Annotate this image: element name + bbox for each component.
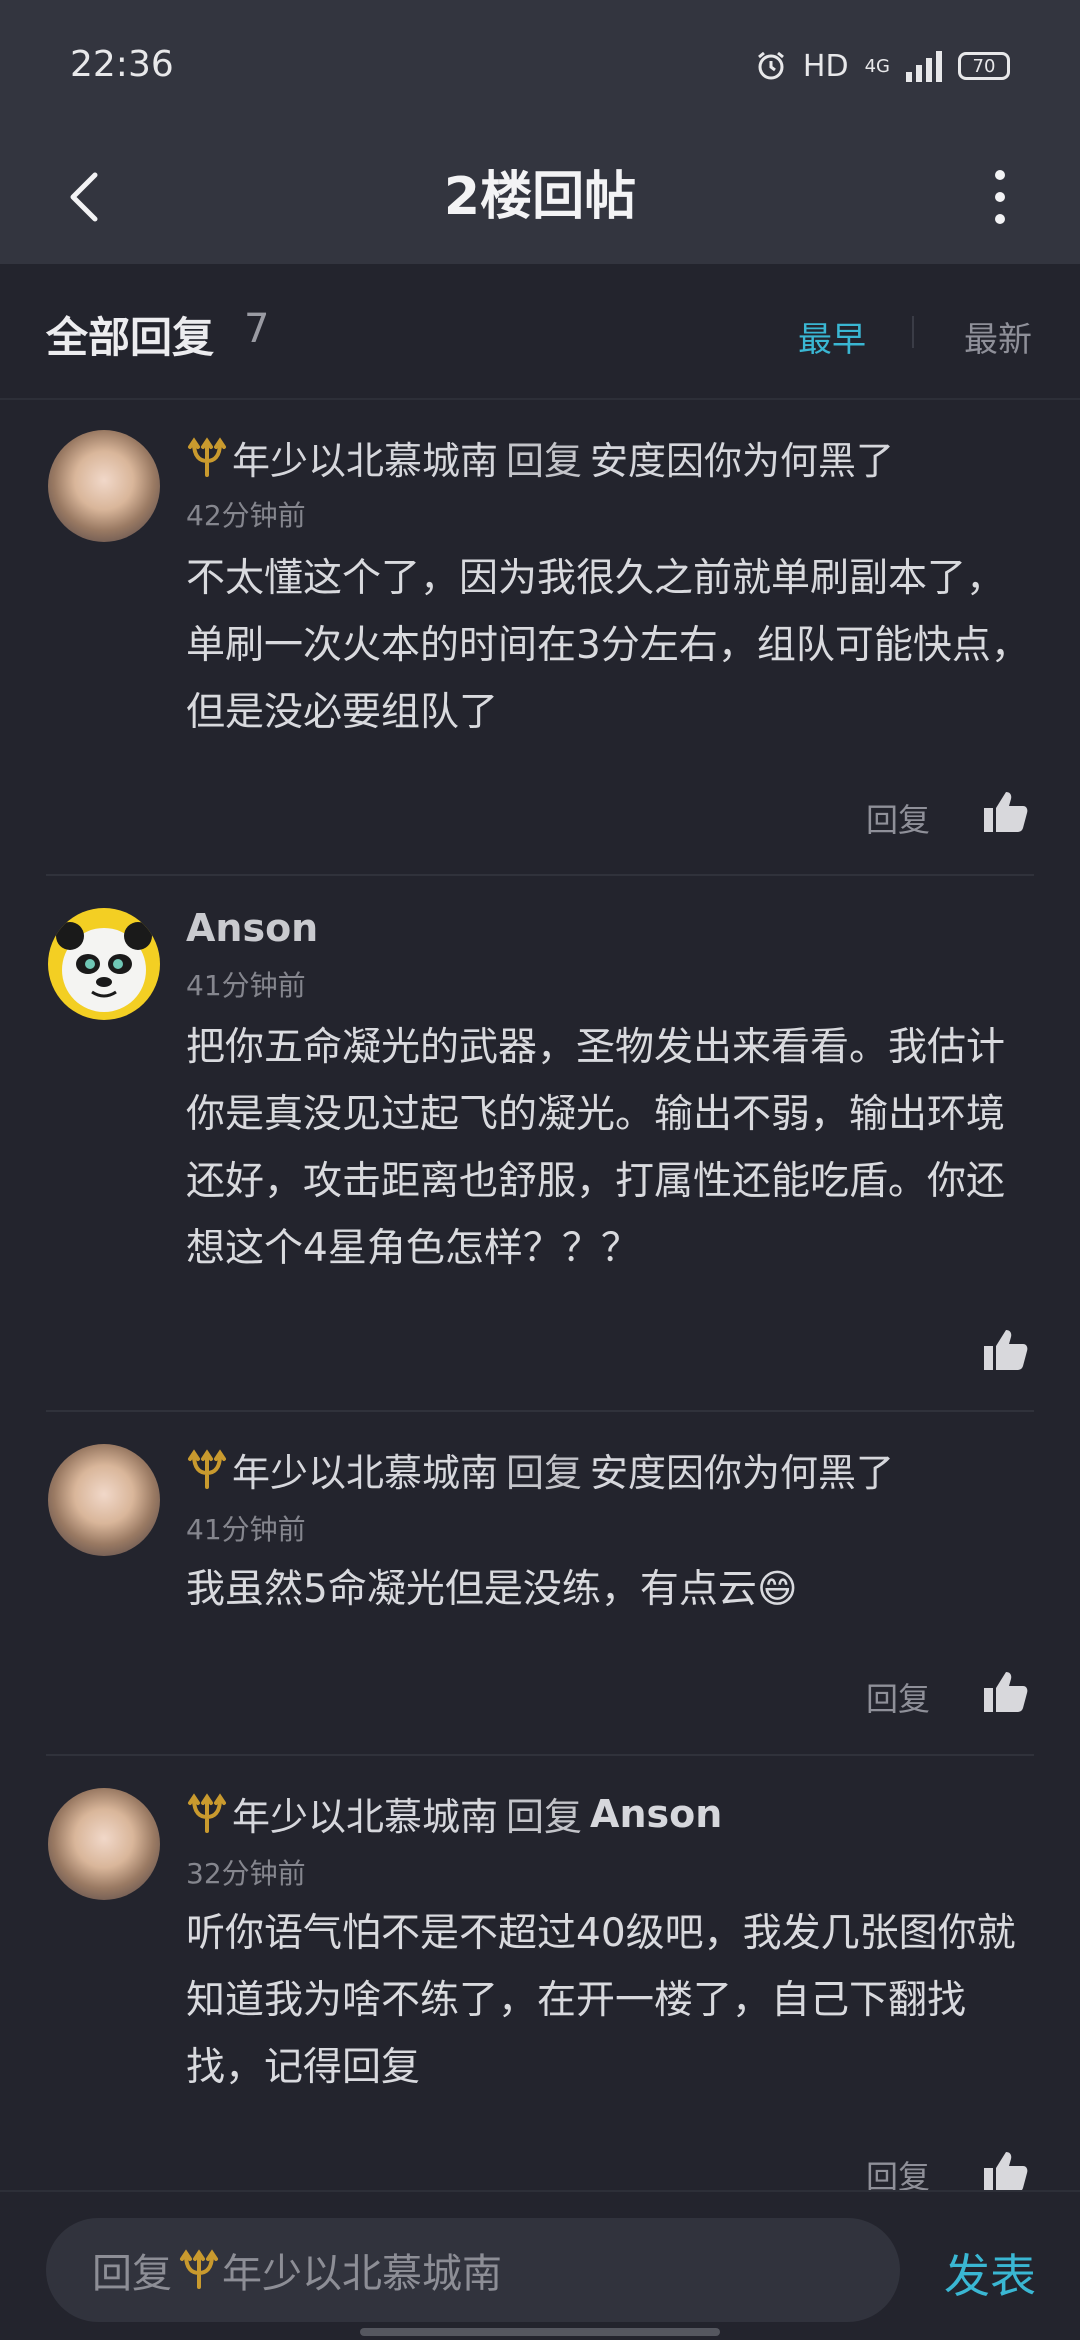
status-icons: HD 4G 70 xyxy=(755,44,1010,88)
signal-icon xyxy=(906,50,942,82)
thumbs-up-icon[interactable] xyxy=(980,2146,1030,2196)
reply-input[interactable]: 回复 年少以北慕城南 xyxy=(46,2218,900,2322)
avatar[interactable] xyxy=(48,908,160,1020)
reply-button[interactable]: 回复 xyxy=(866,1674,930,1720)
username[interactable]: 年少以北慕城南 xyxy=(232,1786,498,1841)
reply-target[interactable]: Anson xyxy=(590,1792,722,1836)
avatar[interactable] xyxy=(48,1788,160,1900)
comment-content: 把你五命凝光的武器，圣物发出来看看。我估计你是真没见过起飞的凝光。输出不弱，输出… xyxy=(186,1025,1006,1271)
more-dot xyxy=(995,214,1005,224)
comment-header: Anson xyxy=(186,906,318,950)
reply-placeholder-name: 年少以北慕城南 xyxy=(222,2251,502,2297)
network-type: 4G xyxy=(864,55,890,77)
panda-avatar-icon xyxy=(56,922,152,1012)
comment-header: 年少以北慕城南 回复 安度因你为何黑了 xyxy=(186,430,894,485)
trident-icon xyxy=(180,2249,218,2289)
thumbs-up-icon[interactable] xyxy=(980,786,1030,836)
status-time: 22:36 xyxy=(70,44,174,85)
thumbs-up-icon[interactable] xyxy=(980,1324,1030,1374)
top-header: 22:36 HD 4G 70 2楼回帖 xyxy=(0,0,1080,264)
username[interactable]: 年少以北慕城南 xyxy=(232,1442,498,1497)
trident-icon xyxy=(188,1448,226,1489)
reply-word: 回复 xyxy=(506,1451,583,1495)
sort-earliest-tab[interactable]: 最早 xyxy=(798,312,866,361)
reply-word: 回复 xyxy=(506,439,583,483)
sort-divider xyxy=(912,316,914,348)
more-dot xyxy=(995,170,1005,180)
hd-indicator: HD xyxy=(802,48,849,84)
comment-content: 听你语气怕不是不超过40级吧，我发几张图你就知道我为啥不练了，在开一楼了，自己下… xyxy=(186,1911,1016,2090)
page-title: 2楼回帖 xyxy=(443,167,637,227)
username[interactable]: Anson xyxy=(186,906,318,950)
more-options-button[interactable] xyxy=(960,152,1040,242)
reply-button[interactable]: 回复 xyxy=(866,795,930,841)
bottom-reply-bar: 回复 年少以北慕城南 发表 xyxy=(0,2190,1080,2340)
comment-time: 41分钟前 xyxy=(186,969,306,1002)
all-replies-label: 全部回复 xyxy=(46,313,215,362)
comment-time: 32分钟前 xyxy=(186,1857,306,1890)
reply-filter-bar: 全部回复 7 最早 最新 xyxy=(0,264,1080,400)
comment-time: 42分钟前 xyxy=(186,499,306,532)
comment-header: 年少以北慕城南 回复 安度因你为何黑了 xyxy=(186,1442,894,1497)
trident-icon xyxy=(188,1792,226,1833)
divider xyxy=(46,874,1034,876)
send-button[interactable]: 发表 xyxy=(944,2240,1036,2306)
comment-time: 41分钟前 xyxy=(186,1513,306,1546)
username[interactable]: 年少以北慕城南 xyxy=(232,430,498,485)
status-bar: 22:36 HD 4G 70 xyxy=(0,0,1080,130)
thumbs-up-icon[interactable] xyxy=(980,1666,1030,1716)
battery-level: 70 xyxy=(972,55,996,77)
divider xyxy=(46,1410,1034,1412)
trident-icon xyxy=(188,436,226,477)
comment-content: 我虽然5命凝光但是没练，有点云😄 xyxy=(186,1567,798,1612)
home-indicator[interactable] xyxy=(360,2328,720,2336)
comment-header: 年少以北慕城南 回复 Anson xyxy=(186,1786,722,1841)
reply-target[interactable]: 安度因你为何黑了 xyxy=(590,430,894,485)
more-dot xyxy=(995,192,1005,202)
sort-newest-tab[interactable]: 最新 xyxy=(964,312,1032,361)
avatar[interactable] xyxy=(48,1444,160,1556)
divider xyxy=(46,1754,1034,1756)
comment-content: 不太懂这个了，因为我很久之前就单刷副本了，单刷一次火本的时间在3分左右，组队可能… xyxy=(186,556,1030,735)
reply-count: 7 xyxy=(244,306,270,352)
reply-placeholder-prefix: 回复 xyxy=(92,2251,172,2297)
battery-icon: 70 xyxy=(958,52,1010,80)
avatar[interactable] xyxy=(48,430,160,542)
reply-word: 回复 xyxy=(506,1795,583,1839)
nav-bar: 2楼回帖 xyxy=(0,130,1080,264)
reply-target[interactable]: 安度因你为何黑了 xyxy=(590,1442,894,1497)
alarm-icon xyxy=(757,51,784,80)
